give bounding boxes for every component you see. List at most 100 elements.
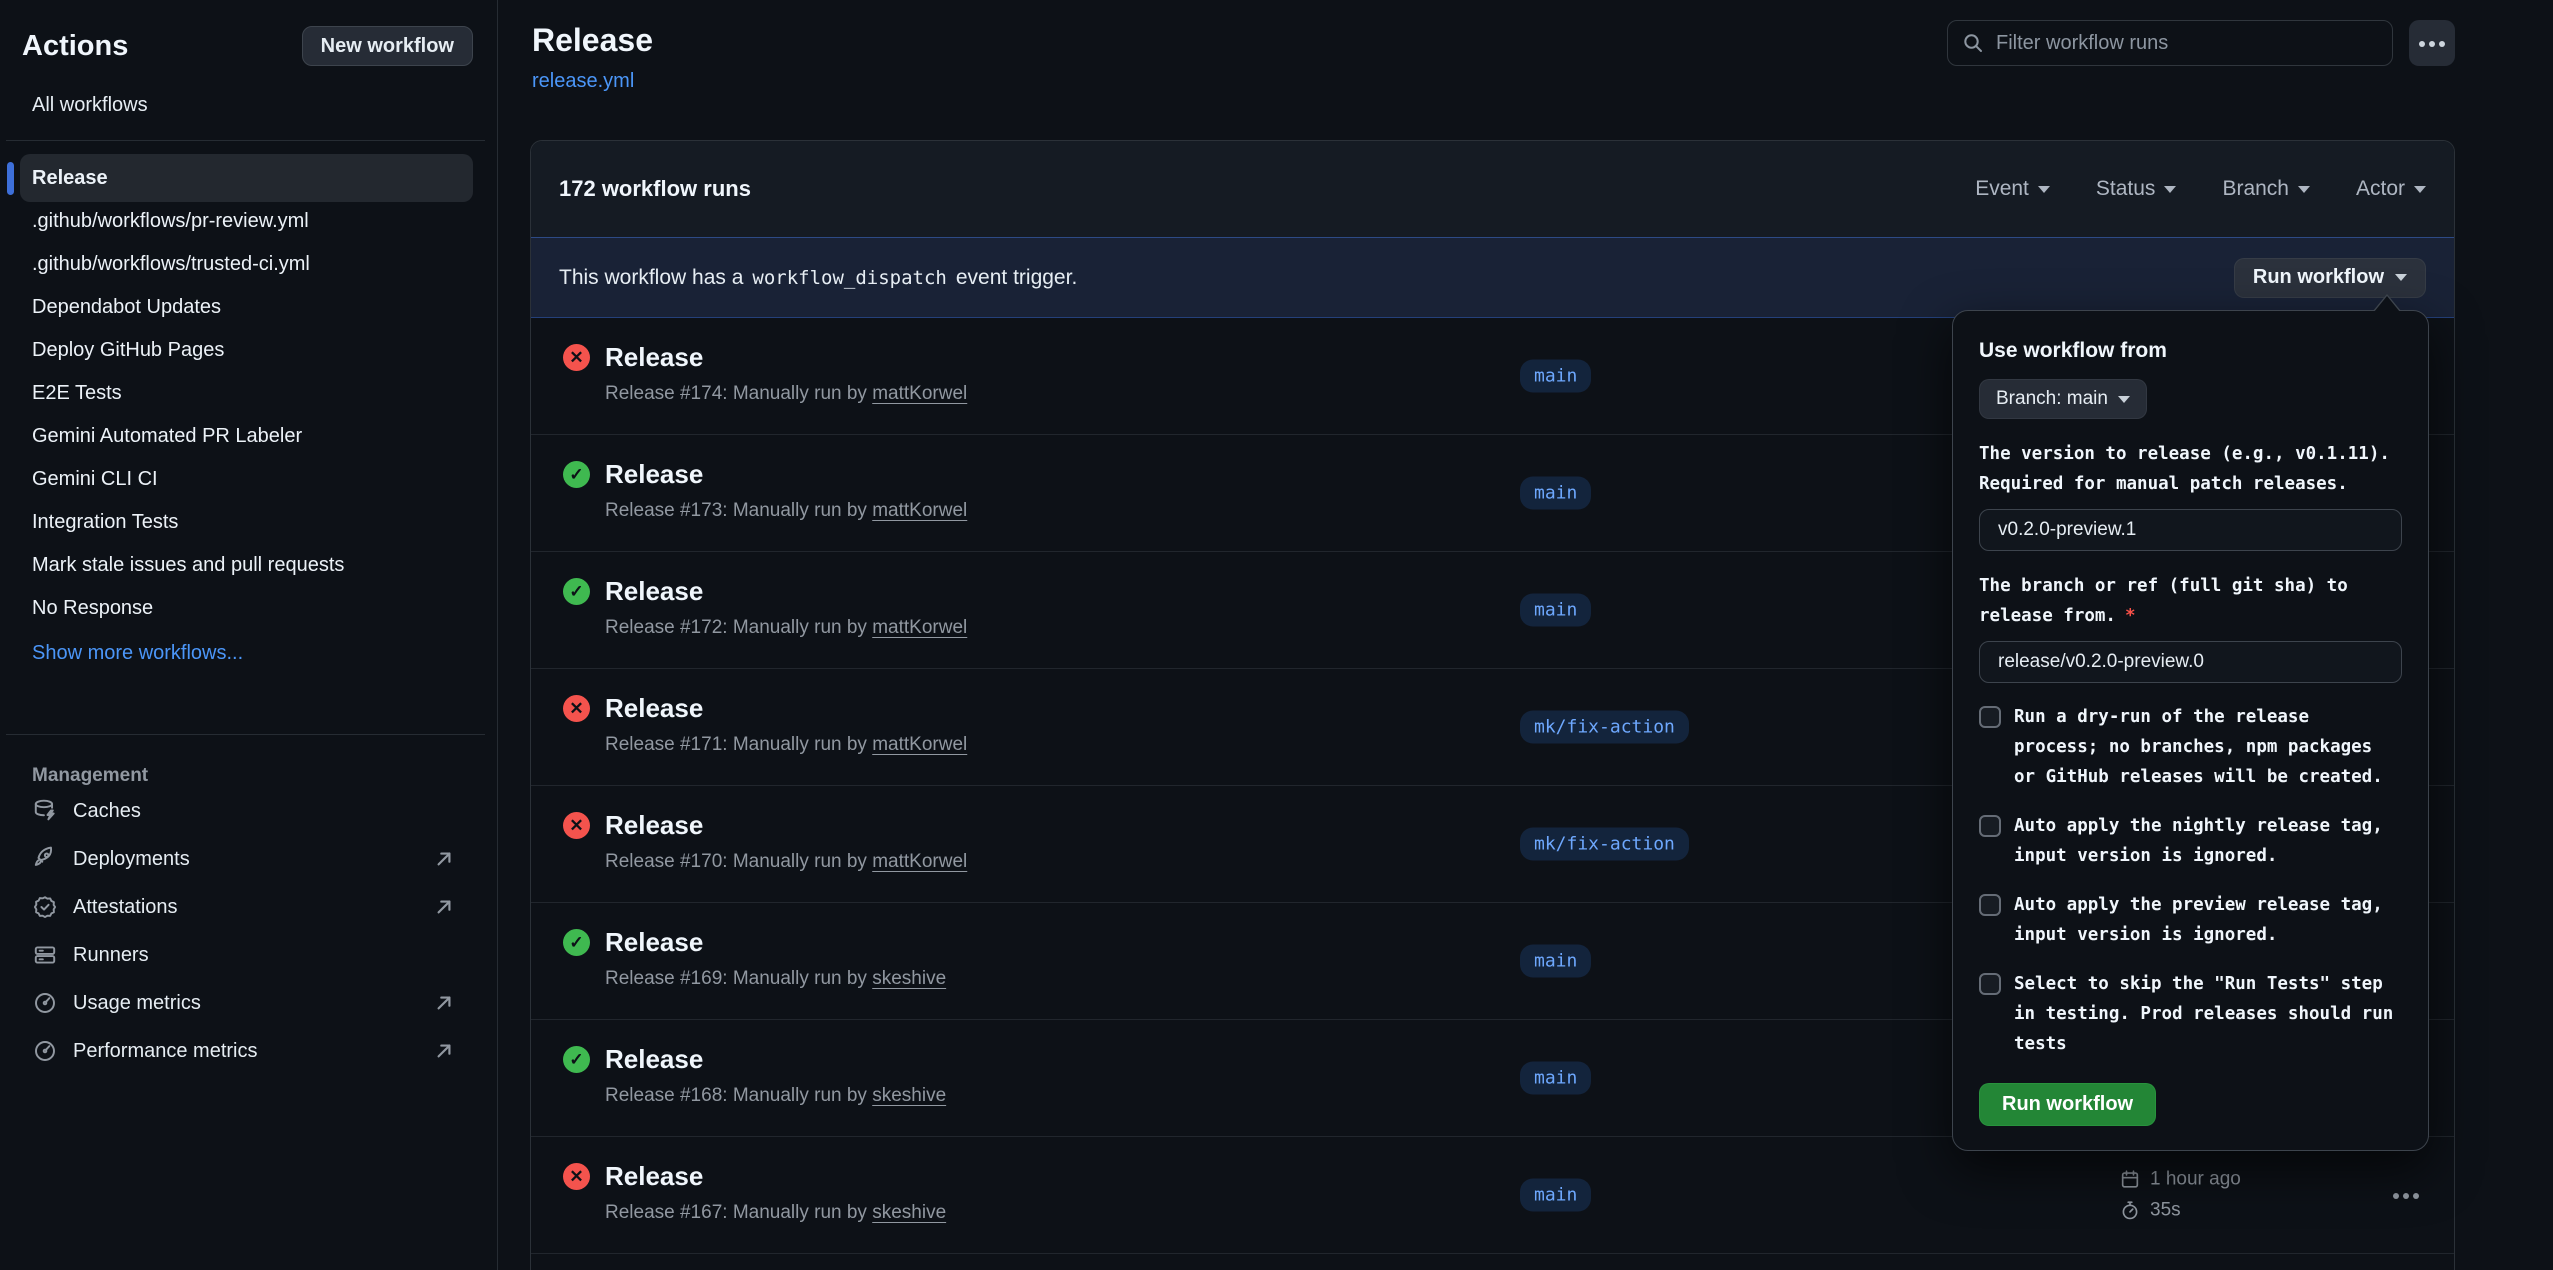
checkbox-row: Auto apply the nightly release tag, inpu… — [1979, 811, 2402, 871]
checkbox-label: Run a dry-run of the release process; no… — [2014, 702, 2396, 792]
new-workflow-button[interactable]: New workflow — [302, 26, 473, 66]
selected-indicator — [7, 162, 14, 195]
workflow-label: Dependabot Updates — [32, 296, 221, 319]
sidebar-item-workflow[interactable]: .github/workflows/trusted-ci.yml — [20, 243, 473, 286]
branch-badge[interactable]: main — [1520, 1179, 1591, 1212]
workflow-label: Integration Tests — [32, 511, 178, 534]
run-title[interactable]: Release — [605, 927, 946, 958]
actor-link[interactable]: mattKorwel — [872, 500, 967, 521]
run-workflow-popup: Use workflow from Branch: main The versi… — [1952, 310, 2429, 1151]
sidebar-item-management[interactable]: Usage metrics — [0, 979, 497, 1027]
popup-fields: The version to release (e.g., v0.1.11). … — [1979, 439, 2402, 683]
workflow-kebab-menu-button[interactable] — [2409, 20, 2455, 66]
actor-link[interactable]: mattKorwel — [872, 734, 967, 755]
workflow-file-link[interactable]: release.yml — [532, 70, 634, 93]
sidebar-item-workflow[interactable]: Integration Tests — [20, 501, 473, 544]
management-heading: Management — [32, 765, 497, 787]
run-title[interactable]: Release — [605, 576, 967, 607]
workflow-dispatch-banner: This workflow has a workflow_dispatch ev… — [531, 237, 2454, 318]
arrow-up-right-icon — [431, 990, 457, 1016]
branch-selector-button[interactable]: Branch: main — [1979, 379, 2147, 419]
sidebar-item-all-workflows[interactable]: All workflows — [32, 94, 497, 117]
branch-badge[interactable]: main — [1520, 477, 1591, 510]
branch-badge[interactable]: mk/fix-action — [1520, 828, 1689, 861]
run-title[interactable]: Release — [605, 1161, 946, 1192]
filter-dropdown[interactable]: Actor — [2356, 177, 2426, 201]
run-description: Release #170: Manually run by mattKorwel — [605, 851, 967, 873]
show-more-workflows-link[interactable]: Show more workflows... — [32, 642, 497, 665]
run-status-icon — [563, 929, 590, 956]
run-description: Release #173: Manually run by mattKorwel — [605, 500, 967, 522]
checkbox[interactable] — [1979, 815, 2001, 837]
sidebar-item-workflow[interactable]: .github/workflows/pr-review.yml — [20, 200, 473, 243]
sidebar-divider — [6, 140, 485, 141]
run-title[interactable]: Release — [605, 459, 967, 490]
run-workflow-submit-button[interactable]: Run workflow — [1979, 1083, 2156, 1126]
workflow-label: Deploy GitHub Pages — [32, 339, 224, 362]
chevron-down-icon — [2164, 186, 2176, 193]
sidebar-item-management[interactable]: Caches — [0, 787, 497, 835]
filter-workflow-runs-input[interactable] — [1947, 20, 2393, 66]
run-filters: Event Status Branch — [1975, 177, 2426, 201]
popup-heading: Use workflow from — [1979, 339, 2402, 363]
checkbox[interactable] — [1979, 706, 2001, 728]
workflow-run-row[interactable]: Release Release #167: Manually run by sk… — [531, 1137, 2454, 1254]
arrow-up-right-icon — [431, 1038, 457, 1064]
chevron-down-icon — [2395, 274, 2407, 281]
run-meta: 1 hour ago 35s — [2119, 1169, 2241, 1222]
filter-dropdown[interactable]: Event — [1975, 177, 2050, 201]
workflow-text-input[interactable] — [1979, 509, 2402, 551]
actor-link[interactable]: skeshive — [872, 968, 946, 989]
sidebar-item-management[interactable]: Deployments — [0, 835, 497, 883]
kebab-icon — [2403, 1193, 2409, 1199]
sidebar-item-workflow[interactable]: E2E Tests — [20, 372, 473, 415]
arrow-up-right-icon — [431, 894, 457, 920]
sidebar-item-workflow[interactable]: Gemini Automated PR Labeler — [20, 415, 473, 458]
filter-dropdown[interactable]: Branch — [2222, 177, 2310, 201]
sidebar-item-workflow[interactable]: Release — [20, 154, 473, 202]
meter-icon — [32, 1038, 58, 1064]
run-title[interactable]: Release — [605, 342, 967, 373]
workflow-list: Release .github/workflows/pr-review.yml … — [0, 154, 497, 630]
run-kebab-menu-button[interactable] — [2384, 1173, 2428, 1217]
actor-link[interactable]: mattKorwel — [872, 851, 967, 872]
sidebar-item-management[interactable]: Performance metrics — [0, 1027, 497, 1075]
page-title: Release — [532, 22, 653, 59]
checkbox-row: Auto apply the preview release tag, inpu… — [1979, 890, 2402, 950]
filter-dropdown[interactable]: Status — [2096, 177, 2177, 201]
actor-link[interactable]: mattKorwel — [872, 617, 967, 638]
field-label: The branch or ref (full git sha) to rele… — [1979, 571, 2402, 631]
sidebar-item-workflow[interactable]: Mark stale issues and pull requests — [20, 544, 473, 587]
run-description: Release #168: Manually run by skeshive — [605, 1085, 946, 1107]
branch-badge[interactable]: mk/fix-action — [1520, 711, 1689, 744]
run-title[interactable]: Release — [605, 693, 967, 724]
sidebar-item-workflow[interactable]: No Response — [20, 587, 473, 630]
workflow-label: E2E Tests — [32, 382, 122, 405]
actor-link[interactable]: mattKorwel — [872, 383, 967, 404]
checkbox-label: Select to skip the "Run Tests" step in t… — [2014, 969, 2396, 1059]
run-title[interactable]: Release — [605, 810, 967, 841]
branch-badge[interactable]: main — [1520, 945, 1591, 978]
workflow-text-input[interactable] — [1979, 641, 2402, 683]
actor-link[interactable]: skeshive — [872, 1202, 946, 1223]
sidebar-item-workflow[interactable]: Gemini CLI CI — [20, 458, 473, 501]
chevron-down-icon — [2118, 396, 2130, 403]
branch-badge[interactable]: main — [1520, 1062, 1591, 1095]
checkbox-label: Auto apply the nightly release tag, inpu… — [2014, 811, 2396, 871]
sidebar-item-management[interactable]: Runners — [0, 931, 497, 979]
branch-badge[interactable]: main — [1520, 360, 1591, 393]
actor-link[interactable]: skeshive — [872, 1085, 946, 1106]
run-description: Release #167: Manually run by skeshive — [605, 1202, 946, 1224]
run-title[interactable]: Release — [605, 1044, 946, 1075]
sidebar-item-workflow[interactable]: Deploy GitHub Pages — [20, 329, 473, 372]
checkbox[interactable] — [1979, 894, 2001, 916]
workflow-label: No Response — [32, 597, 153, 620]
sidebar-item-workflow[interactable]: Dependabot Updates — [20, 286, 473, 329]
branch-badge[interactable]: main — [1520, 594, 1591, 627]
run-description: Release #172: Manually run by mattKorwel — [605, 617, 967, 639]
sidebar-item-management[interactable]: Attestations — [0, 883, 497, 931]
filter-field — [1947, 20, 2393, 66]
checkbox[interactable] — [1979, 973, 2001, 995]
management-divider — [6, 734, 485, 735]
run-workflow-dropdown-button[interactable]: Run workflow — [2234, 258, 2426, 298]
